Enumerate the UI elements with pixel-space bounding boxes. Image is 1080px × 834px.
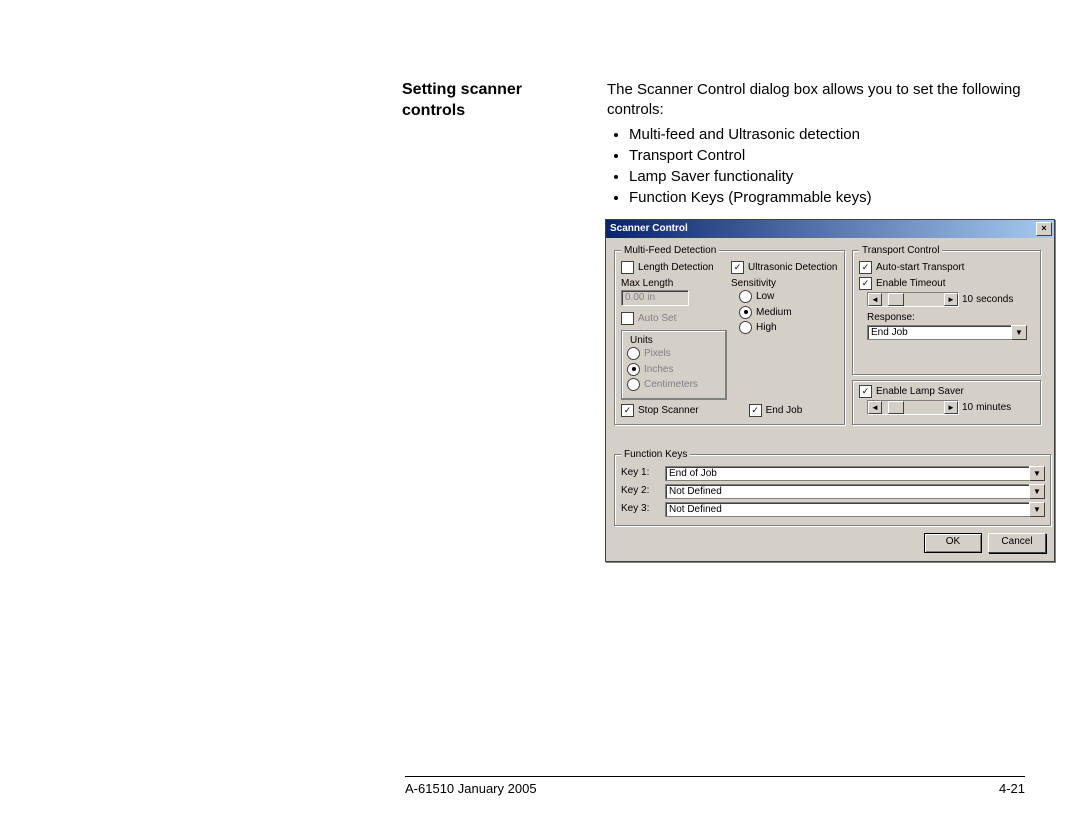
bullet-item: Multi-feed and Ultrasonic detection xyxy=(629,125,1055,145)
enable-timeout-checkbox[interactable]: Enable Timeout xyxy=(859,277,1035,291)
timeout-value: 10 xyxy=(962,293,973,307)
units-centimeters-radio[interactable]: Centimeters xyxy=(627,378,721,392)
key3-dropdown[interactable]: Not Defined▼ xyxy=(665,502,1045,517)
response-dropdown[interactable]: End Job ▼ xyxy=(867,325,1027,340)
timeout-slider[interactable]: ◄► 10 seconds xyxy=(867,292,1035,307)
dialog-title: Scanner Control xyxy=(610,222,688,236)
footer-doc-id: A-61510 January 2005 xyxy=(405,781,537,796)
stop-scanner-checkbox[interactable]: Stop Scanner xyxy=(621,404,699,418)
units-inches-radio[interactable]: Inches xyxy=(627,363,721,377)
bullet-item: Function Keys (Programmable keys) xyxy=(629,188,1055,208)
key1-dropdown[interactable]: End of Job▼ xyxy=(665,466,1045,481)
max-length-field: 0.00 in xyxy=(621,290,689,306)
end-job-checkbox[interactable]: End Job xyxy=(749,404,803,418)
enable-lamp-checkbox[interactable]: Enable Lamp Saver xyxy=(859,385,1035,399)
cancel-button[interactable]: Cancel xyxy=(988,533,1046,553)
units-pixels-radio[interactable]: Pixels xyxy=(627,347,721,361)
sensitivity-high-radio[interactable]: High xyxy=(739,321,837,335)
transport-legend: Transport Control xyxy=(859,244,942,258)
bullet-item: Lamp Saver functionality xyxy=(629,167,1055,187)
intro-text: The Scanner Control dialog box allows yo… xyxy=(607,80,1055,121)
function-key-row: Key 2: Not Defined▼ xyxy=(621,484,1045,499)
transport-group: Transport Control Auto-start Transport E… xyxy=(852,244,1042,376)
function-key-row: Key 3: Not Defined▼ xyxy=(621,502,1045,517)
sensitivity-medium-radio[interactable]: Medium xyxy=(739,306,837,320)
length-detection-checkbox[interactable]: Length Detection xyxy=(621,261,727,275)
lamp-value: 10 xyxy=(962,401,973,415)
lamp-unit: minutes xyxy=(976,401,1011,415)
chevron-down-icon[interactable]: ▼ xyxy=(1011,325,1027,340)
max-length-label: Max Length xyxy=(621,277,727,291)
lamp-group: Enable Lamp Saver ◄► 10 minutes xyxy=(852,380,1042,427)
units-group: Units Pixels Inches Centimeters xyxy=(621,330,727,400)
close-icon[interactable]: × xyxy=(1036,222,1052,236)
auto-start-checkbox[interactable]: Auto-start Transport xyxy=(859,261,1035,275)
section-heading: Setting scanner controls xyxy=(402,80,567,562)
ok-button[interactable]: OK xyxy=(924,533,982,553)
multifeed-group: Multi-Feed Detection Length Detection Ma… xyxy=(614,244,846,427)
chevron-down-icon[interactable]: ▼ xyxy=(1029,502,1045,517)
chevron-down-icon[interactable]: ▼ xyxy=(1029,466,1045,481)
function-keys-group: Function Keys Key 1: End of Job▼ Key 2: … xyxy=(614,448,1052,527)
footer-page-number: 4-21 xyxy=(999,781,1025,796)
ultrasonic-checkbox[interactable]: Ultrasonic Detection xyxy=(731,261,837,275)
bullet-item: Transport Control xyxy=(629,146,1055,166)
function-keys-legend: Function Keys xyxy=(621,448,690,462)
dialog-titlebar[interactable]: Scanner Control × xyxy=(606,220,1054,238)
timeout-unit: seconds xyxy=(976,293,1013,307)
sensitivity-label: Sensitivity xyxy=(731,277,837,291)
response-label: Response: xyxy=(867,311,1035,325)
scanner-control-dialog: Scanner Control × Multi-Feed Detection xyxy=(605,219,1055,562)
multifeed-legend: Multi-Feed Detection xyxy=(621,244,719,258)
units-legend: Units xyxy=(627,334,656,348)
key2-dropdown[interactable]: Not Defined▼ xyxy=(665,484,1045,499)
page-footer: A-61510 January 2005 4-21 xyxy=(405,776,1025,796)
lamp-slider[interactable]: ◄► 10 minutes xyxy=(867,400,1035,415)
auto-set-checkbox: Auto Set xyxy=(621,312,727,326)
function-key-row: Key 1: End of Job▼ xyxy=(621,466,1045,481)
chevron-down-icon[interactable]: ▼ xyxy=(1029,484,1045,499)
sensitivity-low-radio[interactable]: Low xyxy=(739,290,837,304)
